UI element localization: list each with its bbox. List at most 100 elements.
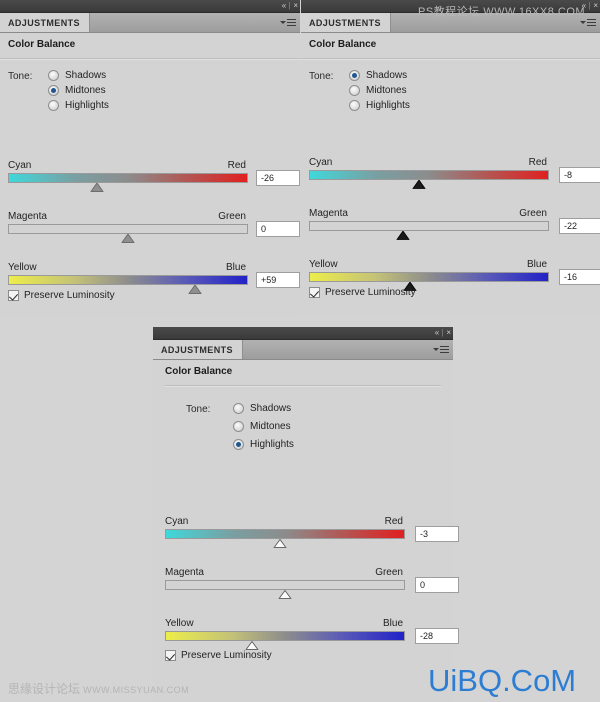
radio-shadows[interactable]: Shadows (233, 403, 294, 414)
slider-yellow-blue-right-label: Blue (225, 262, 246, 273)
radio-highlights-icon[interactable] (233, 439, 244, 450)
slider-yellow-blue-track[interactable] (8, 275, 248, 294)
slider-magenta-green-value[interactable]: -22 (559, 218, 600, 234)
close-panel-icon[interactable]: × (293, 2, 298, 10)
tone-group-label: Tone: (309, 71, 334, 82)
preserve-luminosity-checkbox[interactable] (165, 650, 176, 661)
preserve-luminosity-checkbox[interactable] (309, 287, 320, 298)
slider-magenta-green-labels: Magenta Green (8, 211, 248, 224)
slider-magenta-green-handle[interactable] (121, 234, 135, 243)
slider-stack: Cyan Red -8 Magenta Green -22 Yellow Blu… (309, 143, 600, 291)
tab-adjustments[interactable]: ADJUSTMENTS (0, 13, 90, 32)
radio-midtones[interactable]: Midtones (233, 421, 294, 432)
slider-magenta-green-track[interactable] (8, 224, 248, 243)
titlebar-separator: | (288, 1, 291, 10)
preserve-luminosity-row[interactable]: Preserve Luminosity (309, 287, 416, 298)
radio-highlights[interactable]: Highlights (48, 100, 109, 111)
slider-magenta-green-track[interactable] (165, 580, 405, 599)
page-title: Color Balance (165, 366, 233, 377)
watermark-bottom-left-url: WWW.MISSYUAN.COM (83, 685, 190, 695)
preserve-luminosity-label: Preserve Luminosity (181, 650, 272, 661)
slider-yellow-blue-right-label: Blue (382, 618, 403, 629)
close-panel-icon[interactable]: × (446, 329, 451, 337)
slider-cyan-red-labels: Cyan Red (309, 157, 549, 170)
radio-shadows-label: Shadows (250, 403, 292, 414)
radio-shadows-icon[interactable] (349, 70, 360, 81)
slider-magenta-green-left-label: Magenta (309, 208, 348, 219)
slider-yellow-blue-track[interactable] (309, 272, 549, 291)
radio-highlights[interactable]: Highlights (349, 100, 410, 111)
preserve-luminosity-row[interactable]: Preserve Luminosity (8, 290, 115, 301)
slider-magenta-green-value[interactable]: 0 (256, 221, 300, 237)
slider-magenta-green-track[interactable] (309, 221, 549, 240)
slider-cyan-red-handle[interactable] (273, 539, 287, 548)
slider-yellow-blue-labels: Yellow Blue (8, 262, 248, 275)
panel-menu-button[interactable] (433, 340, 453, 359)
tab-row-spacer (90, 13, 280, 32)
collapse-panel-icon[interactable]: « (282, 2, 287, 10)
slider-cyan-red-value[interactable]: -26 (256, 170, 300, 186)
slider-yellow-blue-value[interactable]: -28 (415, 628, 459, 644)
slider-yellow-blue-left-label: Yellow (8, 262, 37, 273)
collapse-panel-icon[interactable]: « (435, 329, 440, 337)
radio-shadows-label: Shadows (366, 70, 408, 81)
slider-magenta-green: Magenta Green 0 (8, 211, 300, 243)
tone-group-label: Tone: (8, 71, 33, 82)
slider-magenta-green-left-label: Magenta (8, 211, 47, 222)
tone-radio-list: Shadows Midtones Highlights (349, 70, 410, 111)
radio-midtones[interactable]: Midtones (48, 85, 109, 96)
slider-magenta-green: Magenta Green 0 (165, 567, 459, 599)
slider-yellow-blue-track[interactable] (165, 631, 405, 650)
slider-cyan-red-value[interactable]: -8 (559, 167, 600, 183)
radio-midtones[interactable]: Midtones (349, 85, 410, 96)
slider-cyan-red-track[interactable] (8, 173, 248, 192)
slider-yellow-blue-right-label: Blue (526, 259, 547, 270)
slider-yellow-blue-value[interactable]: -16 (559, 269, 600, 285)
slider-cyan-red-handle[interactable] (90, 183, 104, 192)
slider-cyan-red: Cyan Red -8 (309, 157, 600, 189)
tab-adjustments[interactable]: ADJUSTMENTS (153, 340, 243, 359)
slider-magenta-green-handle[interactable] (396, 231, 410, 240)
slider-cyan-red-left-label: Cyan (8, 160, 32, 171)
radio-midtones-icon[interactable] (233, 421, 244, 432)
radio-midtones-label: Midtones (366, 85, 407, 96)
tab-adjustments[interactable]: ADJUSTMENTS (301, 13, 391, 32)
slider-cyan-red: Cyan Red -3 (165, 516, 459, 548)
close-panel-icon[interactable]: × (593, 2, 598, 10)
slider-stack: Cyan Red -26 Magenta Green 0 Yellow Blue… (8, 146, 300, 294)
titlebar-separator: | (588, 1, 591, 10)
radio-shadows-icon[interactable] (233, 403, 244, 414)
radio-midtones-icon[interactable] (48, 85, 59, 96)
slider-cyan-red: Cyan Red -26 (8, 160, 300, 192)
preserve-luminosity-label: Preserve Luminosity (24, 290, 115, 301)
slider-magenta-green-handle[interactable] (278, 590, 292, 599)
slider-yellow-blue-value[interactable]: +59 (256, 272, 300, 288)
titlebar-controls: « | × (435, 327, 451, 339)
panel-body: Color Balance Tone: Shadows Midtones Hig… (153, 360, 459, 702)
slider-magenta-green-value[interactable]: 0 (415, 577, 459, 593)
preserve-luminosity-checkbox[interactable] (8, 290, 19, 301)
slider-cyan-red-track[interactable] (309, 170, 549, 189)
radio-shadows[interactable]: Shadows (349, 70, 410, 81)
slider-cyan-red-value[interactable]: -3 (415, 526, 459, 542)
panel-body: Color Balance Tone: Shadows Midtones Hig… (301, 33, 600, 315)
radio-highlights-icon[interactable] (349, 100, 360, 111)
tone-group: Tone: Shadows Midtones Highlights (153, 387, 453, 450)
slider-yellow-blue-handle[interactable] (245, 641, 259, 650)
slider-cyan-red-right-label: Red (227, 160, 246, 171)
slider-cyan-red-track[interactable] (165, 529, 405, 548)
slider-cyan-red-handle[interactable] (412, 180, 426, 189)
slider-yellow-blue-left-label: Yellow (309, 259, 338, 270)
panel-tab-row: ADJUSTMENTS (0, 13, 300, 33)
radio-highlights[interactable]: Highlights (233, 439, 294, 450)
panel-titlebar: « | × (0, 0, 300, 13)
slider-yellow-blue-labels: Yellow Blue (309, 259, 549, 272)
radio-shadows[interactable]: Shadows (48, 70, 109, 81)
slider-magenta-green-right-label: Green (218, 211, 246, 222)
radio-midtones-icon[interactable] (349, 85, 360, 96)
slider-yellow-blue-handle[interactable] (188, 285, 202, 294)
radio-highlights-icon[interactable] (48, 100, 59, 111)
preserve-luminosity-row[interactable]: Preserve Luminosity (165, 650, 272, 661)
panel-menu-button[interactable] (280, 13, 300, 32)
radio-shadows-icon[interactable] (48, 70, 59, 81)
